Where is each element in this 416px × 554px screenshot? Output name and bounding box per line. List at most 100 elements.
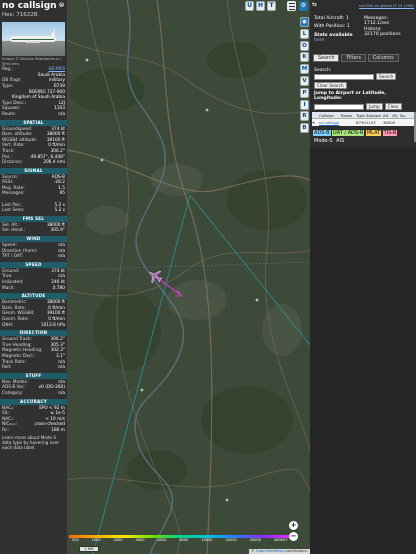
section-header-stuff[interactable]: STUFF xyxy=(0,372,67,379)
table-cell: ✈ xyxy=(312,120,316,125)
hex-label: Hex: xyxy=(2,12,15,18)
zoom-out-button[interactable]: − xyxy=(289,532,298,541)
table-cell: B739 xyxy=(356,120,366,125)
detail-key: Type: xyxy=(2,83,14,89)
table-cell: 38000 xyxy=(383,120,396,125)
column-header[interactable]: Type xyxy=(356,112,366,118)
map-button-u[interactable]: U xyxy=(245,1,254,11)
section-header-speed[interactable]: SPEED xyxy=(0,261,67,268)
section-header-wind[interactable]: WIND xyxy=(0,236,67,243)
section-rows: Speed: n/a Direction (from): n/a TAT / OAT: n… xyxy=(0,243,67,260)
legend-mode-s: Mode-S xyxy=(314,137,333,144)
section-rows: Ground Track: 306.2° True Heading: 305.3° Ma… xyxy=(0,337,67,371)
table-cell: 1103 xyxy=(366,120,376,125)
aircraft-info-panel: no callsign Hex: 71622B ⊗ Image © Nicola… xyxy=(0,0,67,554)
map-toggle-v[interactable]: V xyxy=(300,75,309,86)
aircraft-list-panel: ⇆ tar1090 on github (3 14 1756) Total Ai… xyxy=(310,0,416,554)
info-key: Roll: xyxy=(2,365,12,371)
map-toggle-o[interactable]: O xyxy=(300,40,309,51)
section-header-spatial[interactable]: SPATIAL xyxy=(0,119,67,126)
aircraft-photo[interactable] xyxy=(2,22,65,56)
map-toggle-r[interactable]: R xyxy=(300,111,309,122)
map-toggle-i[interactable]: I xyxy=(300,99,309,110)
legend-ads-b: ADS-B xyxy=(313,130,331,136)
legend-ais: AIS xyxy=(336,137,345,144)
zoom-controls: + − xyxy=(289,519,298,541)
table-row[interactable]: ✈ no callsign B739 1103 38000 xyxy=(312,119,416,126)
source-legend: ADS-B UAT / ADS-R MLAT TIS-B Mode-S AIS xyxy=(313,130,413,144)
menu-icon[interactable] xyxy=(287,1,296,11)
with-pos-value: 1 xyxy=(346,24,350,30)
map-view[interactable]: UHT ⚙ ◉ L O K M V P I R B 500 1000 2000 4000 6000 8000… xyxy=(67,0,310,554)
info-row: Roll: n/a xyxy=(2,365,65,371)
column-header[interactable] xyxy=(312,112,319,118)
altitude-tick: 8000 xyxy=(179,538,189,542)
map-button-h[interactable]: H xyxy=(256,1,265,11)
map-side-buttons: ◉ L O K M V P I R B xyxy=(300,17,310,135)
altitude-tick: 6000 xyxy=(157,538,167,542)
jump-label: Jump to Airport or Latitude, Longitude: xyxy=(314,91,386,101)
map-toggle-l[interactable]: L xyxy=(300,28,309,39)
info-key: QNH: xyxy=(2,322,14,328)
column-header[interactable]: (ft) xyxy=(392,112,400,118)
map-toggle-b[interactable]: B xyxy=(300,123,309,134)
info-row: Sel. Head.: 305.9° xyxy=(2,228,65,234)
column-header[interactable]: Squawk xyxy=(366,112,383,118)
jump-button[interactable]: Jump xyxy=(366,103,383,110)
altitude-tick: 40000+ xyxy=(273,538,288,542)
info-row: Category: n/a xyxy=(2,391,65,397)
jump-clear-button[interactable]: Clear xyxy=(384,103,402,110)
search-input[interactable] xyxy=(314,73,374,80)
info-value: 0.780 xyxy=(52,285,65,291)
tab-columns[interactable]: Columns xyxy=(367,54,399,62)
version-link[interactable]: tar1090 on github (3 14 1756) xyxy=(359,4,414,8)
altitude-tick: 2000 xyxy=(113,538,123,542)
aircraft-icon[interactable] xyxy=(147,268,163,284)
aircraft-hex: Hex: 71622B xyxy=(2,12,65,19)
collapse-icon[interactable]: ⇆ xyxy=(312,2,317,8)
clear-search-button[interactable]: Clear Search xyxy=(314,82,347,89)
map-toggle-m[interactable]: M xyxy=(300,64,309,75)
map-scale: 2 NM xyxy=(79,546,99,552)
stats-here-link[interactable]: here xyxy=(314,38,364,43)
column-header[interactable]: Alt. xyxy=(383,112,392,118)
search-button[interactable]: Search xyxy=(376,73,397,80)
section-header-altitude[interactable]: ALTITUDE xyxy=(0,293,67,300)
info-value: n/a xyxy=(58,390,65,396)
altitude-tick: 20000 xyxy=(225,538,237,542)
altitude-ticks: 500 1000 2000 4000 6000 8000 10000 20000 30000 40… xyxy=(69,538,291,542)
tab-search[interactable]: Search xyxy=(313,54,340,62)
altitude-tick: 10000 xyxy=(201,538,213,542)
map-toggle-p[interactable]: P xyxy=(300,87,309,98)
section-rows: Ground: 374 kt True: n/a Indicated: 246 kt Mac… xyxy=(0,269,67,291)
section-header-fms-sel[interactable]: FMS SEL xyxy=(0,215,67,222)
info-row: Last Seen: 5.2 s xyxy=(2,208,65,214)
section-rows: Nav. Modes: n/a ADS-B Ver.: v0 (DO-260) Cate… xyxy=(0,380,67,397)
info-sections: SPATIAL Groundspeed: 374 kt Baro. altitude:… xyxy=(0,119,67,434)
column-header[interactable]: Route xyxy=(341,112,356,118)
map-button-t[interactable]: T xyxy=(267,1,276,11)
layers-icon[interactable]: ◉ xyxy=(300,17,309,27)
attribution-suffix: contributors. xyxy=(283,549,308,553)
map-toggle-k[interactable]: K xyxy=(300,52,309,63)
history-value: 32170 positions xyxy=(364,32,401,38)
section-header-direction[interactable]: DIRECTION xyxy=(0,330,67,337)
aircraft-callsign: no callsign xyxy=(2,1,57,11)
with-position: With Position: 1 xyxy=(314,24,364,29)
callsign-cell[interactable]: no callsign xyxy=(319,119,341,126)
column-header[interactable]: Callsign xyxy=(319,112,341,118)
attribution-link[interactable]: OpenStreetMap xyxy=(256,549,284,553)
info-key: TAT / OAT: xyxy=(2,254,24,260)
section-header-signal[interactable]: SIGNAL xyxy=(0,167,67,174)
close-icon[interactable]: ⊗ xyxy=(58,2,65,9)
info-row: Distance: 206.4 nmi xyxy=(2,160,65,166)
info-row: TAT / OAT: n/a xyxy=(2,254,65,260)
altitude-tick: 1000 xyxy=(91,538,101,542)
section-header-accuracy[interactable]: ACCURACY xyxy=(0,398,67,405)
zoom-in-button[interactable]: + xyxy=(289,521,298,530)
tab-filters[interactable]: Filters xyxy=(341,54,366,62)
settings-icon[interactable]: ⚙ xyxy=(299,1,308,11)
info-row: QNH: 1013.6 hPa xyxy=(2,323,65,329)
jump-input[interactable] xyxy=(314,103,364,110)
total-label: Total Aircraft: xyxy=(314,16,345,21)
